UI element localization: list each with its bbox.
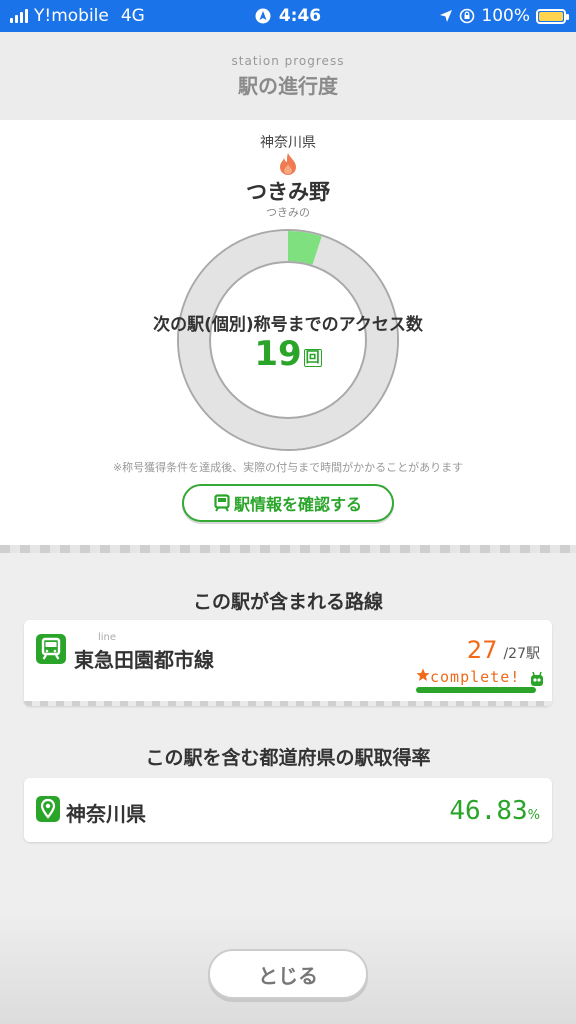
status-bar: Y!mobile 4G 4:46 100% [0,0,576,32]
clock: 4:46 [278,6,322,26]
line-tag: line [98,632,117,643]
complete-label: complete! [430,668,521,686]
line-name: 東急田園都市線 [74,648,214,672]
prefecture-rate: 46.83% [449,796,540,826]
complete-bar [416,687,536,693]
mascot-icon [531,671,543,686]
line-card[interactable]: line 東急田園都市線 27/27駅 complete! [24,620,552,706]
prefecture-rate-unit: % [527,808,540,823]
divider [0,545,576,553]
prefecture-card[interactable]: 神奈川県 46.83% [24,778,552,842]
station-info-label: 駅情報を確認する [233,495,362,514]
flame-icon [280,153,296,175]
location-arrow-icon [440,10,453,22]
station-name: つきみ野 [246,180,330,204]
page-title: 駅の進行度 [238,74,338,98]
line-obtained: 27 [466,636,498,664]
station-kana: つきみの [266,206,310,219]
line-card-footer [24,701,552,706]
line-station-count: 27/27駅 [467,636,540,664]
complete-badge: complete! [416,666,544,696]
prefecture-section-title: この駅を含む都道府県の駅取得率 [145,747,431,769]
carrier-label: Y!mobile [34,6,109,26]
page-header: station progress 駅の進行度 [0,32,576,120]
battery-percent: 100% [481,6,530,26]
prefecture-rate-value: 46.83 [449,796,528,826]
navigation-icon [255,8,271,24]
progress-count-value: 19 [254,334,302,374]
page-subtitle: station progress [231,54,345,68]
notice-text: ※称号獲得条件を達成後、実際の付与まで時間がかかることがあります [112,461,464,474]
orientation-lock-icon [460,8,475,24]
station-info-button[interactable]: 駅情報を確認する [182,484,394,522]
progress-count: 19 回 [0,334,576,374]
star-icon [416,668,430,681]
close-button[interactable]: とじる [208,949,368,999]
network-label: 4G [120,6,145,26]
line-total: /27駅 [503,646,540,662]
progress-count-unit: 回 [303,349,322,367]
train-line-icon [36,634,66,664]
progress-label: 次の駅(個別)称号までのアクセス数 [153,315,423,335]
prefecture-name: 神奈川県 [66,802,146,826]
station-prefecture: 神奈川県 [260,135,316,151]
signal-icon [10,9,28,23]
station-progress-card: 神奈川県 つきみ野 つきみの 次の駅(個別)称号までのアクセス数 19 回 ※称号… [0,120,576,545]
battery-icon [536,8,569,24]
map-pin-icon [36,796,60,822]
lines-section-title: この駅が含まれる路線 [192,591,383,613]
train-icon [214,494,230,512]
